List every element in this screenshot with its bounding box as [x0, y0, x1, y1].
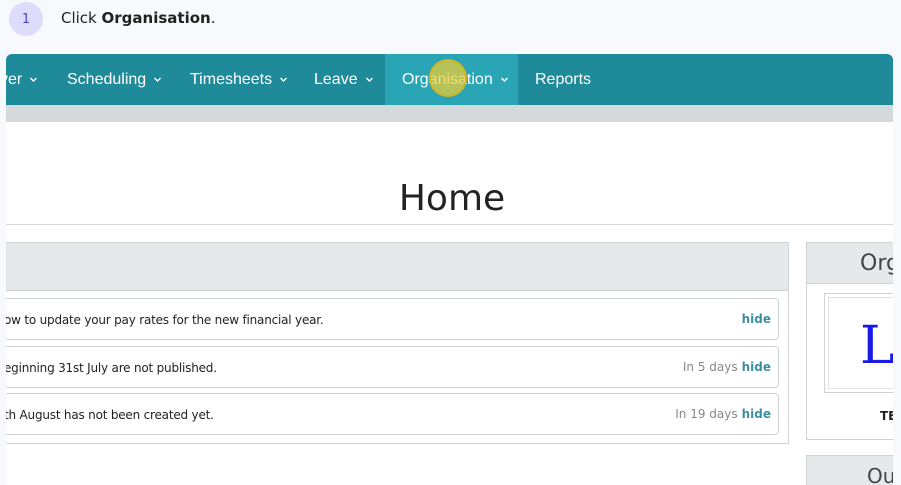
nav-item-leave[interactable]: Leave: [314, 54, 374, 105]
notice-text: eginning 31st July are not published.: [6, 361, 217, 375]
nav-item-scheduling[interactable]: Scheduling: [67, 54, 162, 105]
nav-label: Reports: [535, 70, 592, 88]
chevron-down-icon: [500, 75, 509, 84]
logo-text: L: [860, 316, 893, 376]
notice-text: ow to update your pay rates for the new …: [6, 313, 324, 327]
notice-due: In 19 days: [675, 407, 738, 421]
page-header: Home: [6, 122, 893, 225]
chevron-down-icon: [29, 75, 38, 84]
secondary-panel-header: Ou: [806, 455, 893, 485]
chevron-down-icon: [153, 75, 162, 84]
step-suffix: .: [210, 9, 216, 27]
step-prefix: Click: [61, 9, 102, 27]
top-navbar: ver Scheduling Timesheets Leave Organisa…: [6, 54, 893, 105]
logo-frame: L: [828, 297, 893, 389]
app-screenshot: ver Scheduling Timesheets Leave Organisa…: [6, 54, 893, 485]
nav-label: Leave: [314, 70, 358, 88]
step-number-badge: 1: [9, 2, 43, 36]
step-instruction: Click Organisation.: [61, 9, 215, 27]
notice-meta: In 5 days hide: [683, 360, 771, 374]
page-margin: [893, 0, 901, 485]
notifications-panel: ow to update your pay rates for the new …: [6, 242, 789, 444]
hide-link[interactable]: hide: [742, 312, 771, 326]
step-target: Organisation: [101, 9, 211, 27]
organisation-panel-title: Org: [860, 251, 893, 276]
hide-link[interactable]: hide: [742, 407, 771, 421]
page-title: Home: [398, 178, 506, 220]
nav-item-reports[interactable]: Reports: [535, 54, 591, 105]
notice-item: eginning 31st July are not published. In…: [6, 346, 779, 388]
organisation-logo: L: [824, 293, 893, 393]
notice-item: th August has not been created yet. In 1…: [6, 393, 779, 435]
nav-label: Scheduling: [67, 70, 147, 88]
organisation-name: TE: [880, 409, 893, 423]
notice-text: th August has not been created yet.: [6, 408, 214, 422]
sub-navbar: [6, 105, 893, 122]
nav-item-timesheets[interactable]: Timesheets: [190, 54, 288, 105]
chevron-down-icon: [365, 75, 374, 84]
notifications-panel-header: [6, 243, 788, 291]
chevron-down-icon: [279, 75, 288, 84]
notice-due: In 5 days: [682, 360, 738, 374]
notice-item: ow to update your pay rates for the new …: [6, 298, 779, 340]
notice-meta: hide: [742, 312, 771, 326]
nav-label: Organisation: [402, 70, 493, 88]
nav-item-overview[interactable]: ver: [6, 54, 38, 105]
secondary-panel-title: Ou: [867, 464, 893, 485]
hide-link[interactable]: hide: [742, 360, 771, 374]
organisation-panel-header: Org: [807, 243, 893, 284]
nav-label: ver: [6, 70, 23, 88]
nav-item-organisation[interactable]: Organisation: [385, 54, 518, 105]
notice-meta: In 19 days hide: [675, 407, 771, 421]
organisation-panel: Org L TE: [806, 242, 893, 440]
nav-label: Timesheets: [190, 70, 273, 88]
